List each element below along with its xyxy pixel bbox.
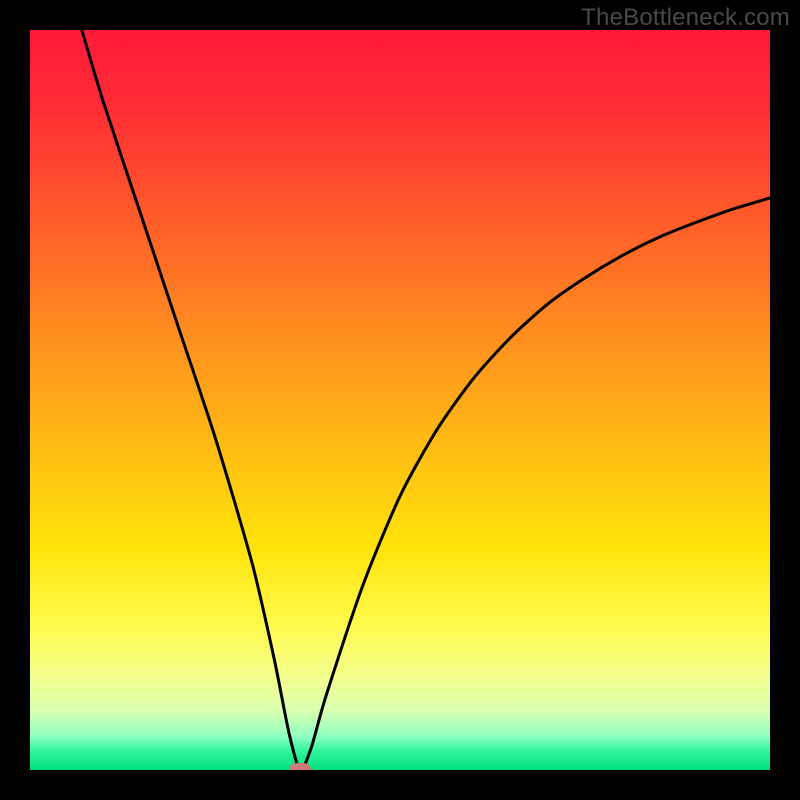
chart-frame — [30, 30, 770, 770]
watermark-text: TheBottleneck.com — [581, 4, 790, 32]
chart-svg — [30, 30, 770, 770]
chart-background — [30, 30, 770, 770]
optimal-point-marker — [289, 763, 311, 770]
